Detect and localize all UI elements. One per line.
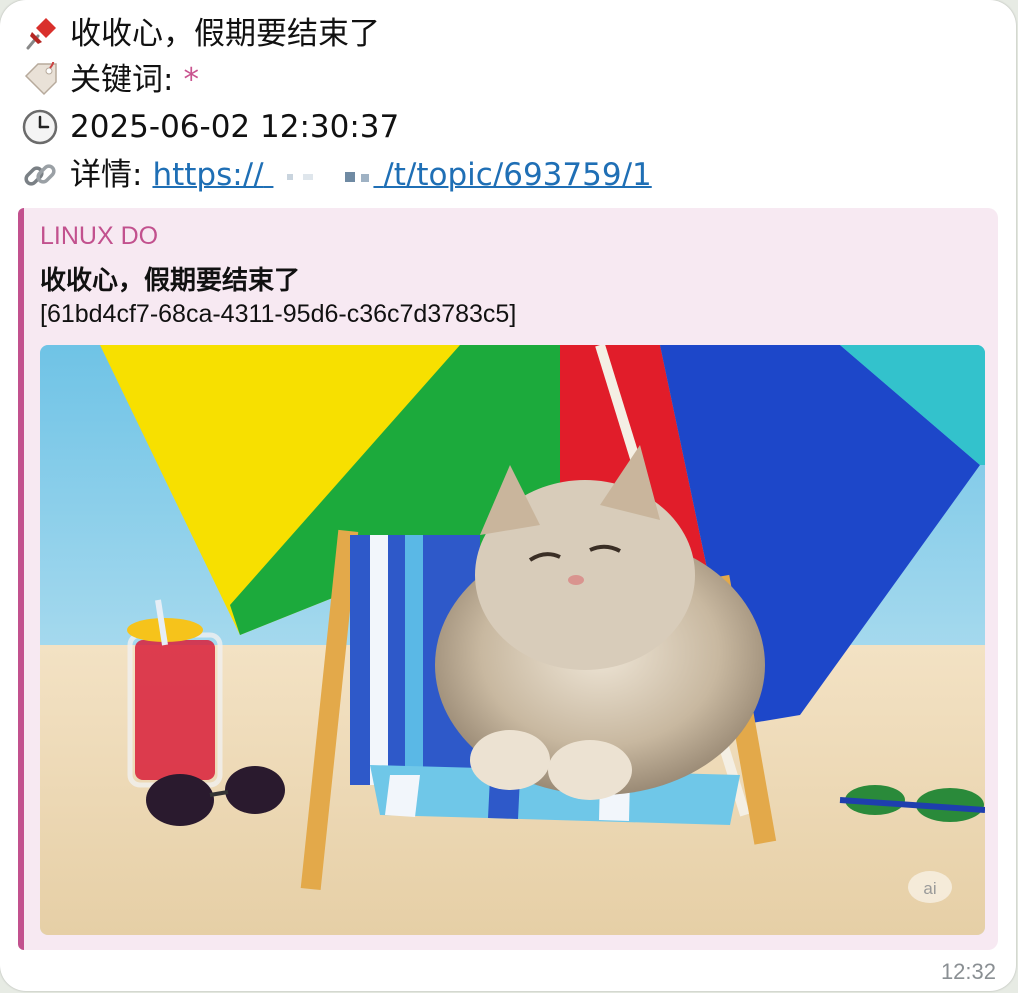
preview-id: [61bd4cf7-68ca-4311-95d6-c36c7d3783c5] <box>40 300 517 328</box>
clock-icon <box>22 109 58 145</box>
tag-icon <box>24 62 57 96</box>
cat-on-beach-illustration: ai <box>40 345 985 935</box>
preview-image[interactable]: ai <box>40 345 985 935</box>
keywords-label: 关键词: <box>70 62 174 98</box>
keywords-value: * <box>183 62 199 98</box>
datetime: 2025-06-02 12:30:37 <box>70 109 400 145</box>
link-preview[interactable]: LINUX DO 收收心，假期要结束了 [61bd4cf7-68ca-4311-… <box>18 208 998 950</box>
pushpin-icon <box>26 18 56 50</box>
link-suffix: /t/topic/693759/1 <box>383 157 652 193</box>
topic-link[interactable]: https:// /t/topic/693759/1 <box>152 155 651 195</box>
details-label: 详情: <box>70 157 143 193</box>
link-prefix: https:// <box>152 157 264 193</box>
preview-site-name: LINUX DO <box>40 222 159 250</box>
redacted-domain <box>273 162 373 192</box>
details-line: 详情: https:// /t/topic/693759/1 <box>22 155 652 195</box>
link-icon <box>24 164 56 186</box>
image-badge: ai <box>923 879 936 898</box>
message-title: 收收心，假期要结束了 <box>70 16 380 52</box>
datetime-line: 2025-06-02 12:30:37 <box>22 107 399 147</box>
title-line: 收收心，假期要结束了 <box>22 14 380 54</box>
keywords-line: 关键词: * <box>22 60 199 100</box>
message-time: 12:32 <box>940 959 996 984</box>
preview-title: 收收心，假期要结束了 <box>40 266 301 296</box>
message-bubble: 收收心，假期要结束了 关键词: * 2025-06-02 12:30:37 详情… <box>0 0 1016 991</box>
